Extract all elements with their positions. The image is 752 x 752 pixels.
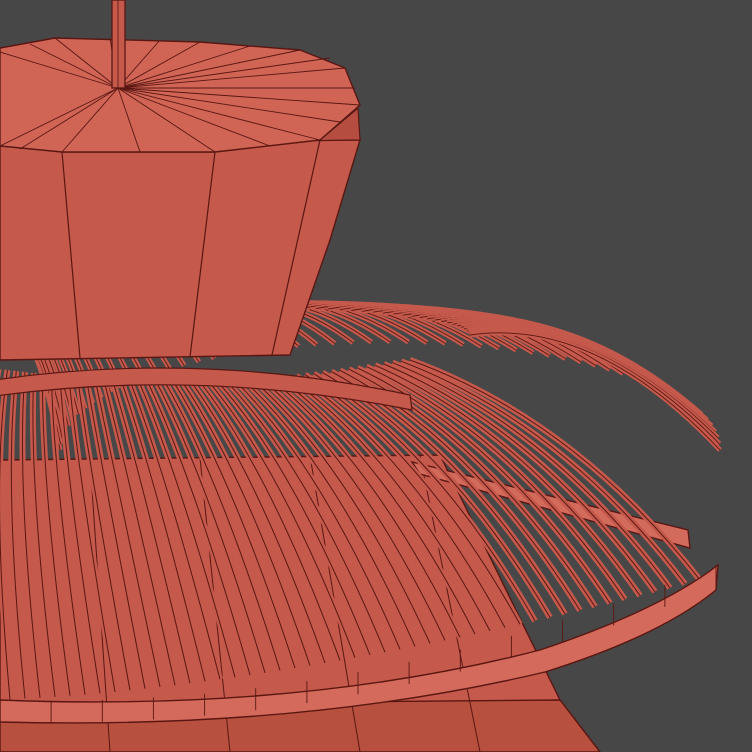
lamp-render bbox=[0, 0, 752, 752]
render-viewport bbox=[0, 0, 752, 752]
hanging-rod bbox=[111, 0, 126, 89]
